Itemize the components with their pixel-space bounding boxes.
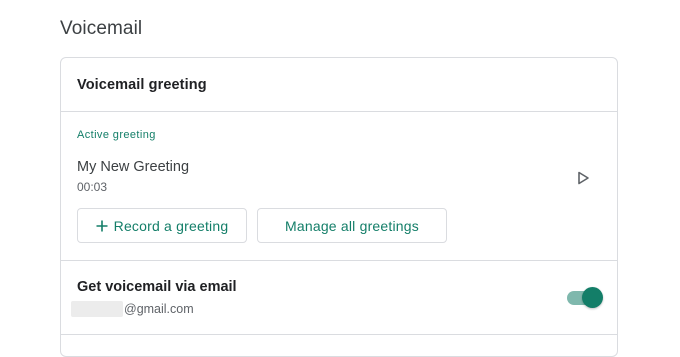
active-greeting-label: Active greeting <box>77 129 156 141</box>
email-voicemail-toggle[interactable] <box>567 287 603 309</box>
greeting-duration: 00:03 <box>77 180 108 194</box>
page-title: Voicemail <box>60 18 143 39</box>
plus-icon <box>96 220 108 232</box>
record-greeting-label: Record a greeting <box>113 217 229 234</box>
play-button[interactable] <box>571 168 595 192</box>
voicemail-card: Voicemail greeting Active greeting My Ne… <box>60 57 618 357</box>
manage-greetings-label: Manage all greetings <box>285 217 419 234</box>
manage-greetings-button[interactable]: Manage all greetings <box>257 208 447 243</box>
play-icon <box>576 171 590 190</box>
email-voicemail-section: Get voicemail via email @gmail.com <box>61 261 617 335</box>
redacted-email-user <box>71 301 123 317</box>
greeting-name: My New Greeting <box>77 159 190 175</box>
email-address: @gmail.com <box>71 301 194 317</box>
greeting-section: Active greeting My New Greeting 00:03 Re… <box>61 112 617 261</box>
email-voicemail-title: Get voicemail via email <box>77 279 237 295</box>
toggle-thumb <box>582 287 603 308</box>
record-greeting-button[interactable]: Record a greeting <box>77 208 247 243</box>
voicemail-greeting-header: Voicemail greeting <box>61 58 617 112</box>
email-domain: @gmail.com <box>124 302 194 316</box>
